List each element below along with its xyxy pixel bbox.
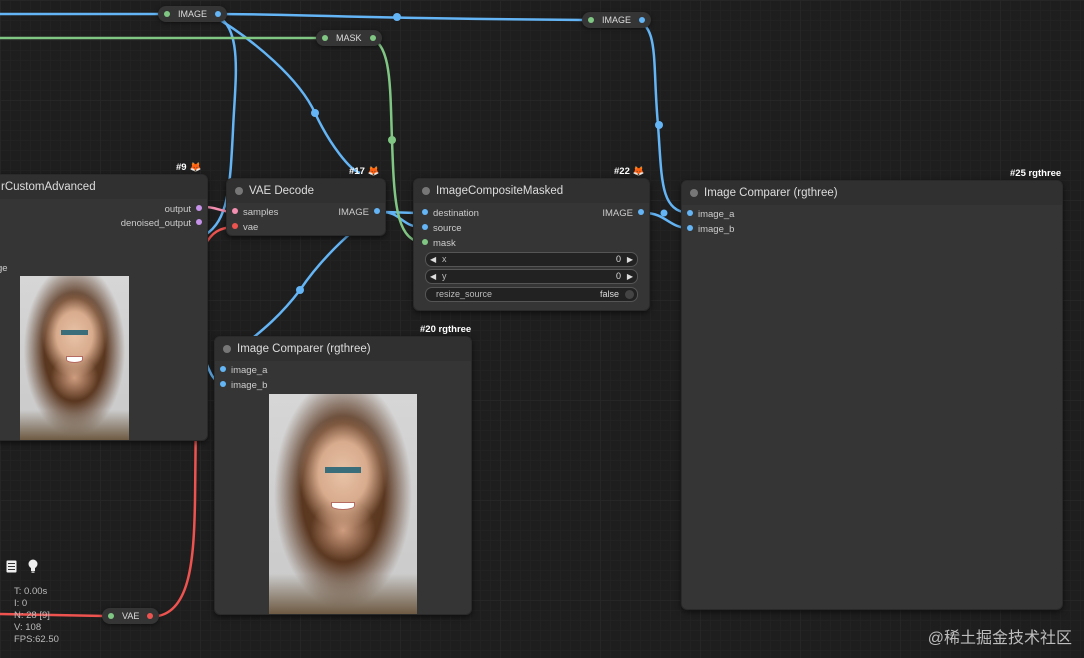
reroute-vae[interactable]: VAE: [102, 608, 160, 624]
fox-icon: 🦊: [632, 166, 645, 177]
resize-source-toggle[interactable]: resize_source false: [425, 287, 638, 302]
reroute-input-pin[interactable]: [108, 613, 114, 619]
y-number-widget[interactable]: ◀ y 0 ▶: [425, 269, 638, 284]
stat-v: V: 108: [14, 622, 42, 633]
x-number-widget[interactable]: ◀ x 0 ▶: [425, 252, 638, 267]
canvas-stats: T: 0.00s I: 0 N: 28 [9] V: 108 FPS:62.50: [14, 586, 59, 646]
fox-icon: 🦊: [367, 166, 380, 177]
node-title[interactable]: Image Comparer (rgthree): [215, 337, 471, 361]
stat-nodes: N: 28 [9]: [14, 610, 50, 621]
node-collapse-dot[interactable]: [690, 189, 698, 197]
fox-icon: 🦊: [189, 162, 202, 173]
node-title[interactable]: ImageCompositeMasked: [414, 179, 649, 203]
reroute-image-right[interactable]: IMAGE: [582, 12, 652, 28]
image-comparer-node-20[interactable]: Image Comparer (rgthree) image_a image_b: [214, 336, 472, 615]
node-collapse-dot[interactable]: [235, 187, 243, 195]
input-slot-image-a[interactable]: image_a: [682, 209, 734, 221]
output-slot[interactable]: output: [165, 204, 207, 216]
decrement-arrow-icon[interactable]: ◀: [430, 270, 436, 283]
input-slot-mask[interactable]: mask: [417, 238, 456, 250]
panel-icon[interactable]: [6, 560, 17, 576]
output-slot-image[interactable]: IMAGE: [338, 207, 385, 219]
watermark: @稀土掘金技术社区: [927, 630, 1072, 647]
comparer-image[interactable]: [269, 394, 417, 614]
sampler-custom-advanced-node[interactable]: rCustomAdvanced output denoised_output g…: [0, 174, 208, 441]
reroute-output-pin[interactable]: [369, 35, 376, 41]
input-slot-vae[interactable]: vae: [227, 222, 258, 234]
reroute-input-pin[interactable]: [322, 35, 328, 41]
output-slot-image[interactable]: IMAGE: [602, 208, 649, 220]
node-badge: #25 rgthree: [1010, 168, 1062, 179]
input-slot-source[interactable]: source: [417, 223, 462, 235]
reroute-output-pin[interactable]: [215, 11, 222, 17]
input-slot-image-a[interactable]: image_a: [215, 365, 267, 377]
reroute-label: IMAGE: [602, 15, 632, 25]
node-title[interactable]: VAE Decode: [227, 179, 385, 203]
node-badge: #17 🦊: [349, 166, 380, 177]
input-slot-samples[interactable]: samples: [227, 207, 278, 219]
node-collapse-dot[interactable]: [223, 345, 231, 353]
node-collapse-dot[interactable]: [422, 187, 430, 195]
node-title[interactable]: rCustomAdvanced: [0, 175, 207, 199]
node-badge: #20 rgthree: [420, 324, 472, 335]
decrement-arrow-icon[interactable]: ◀: [430, 253, 436, 266]
stat-fps: FPS:62.50: [14, 634, 59, 645]
reroute-output-pin[interactable]: [639, 17, 646, 23]
increment-arrow-icon[interactable]: ▶: [627, 270, 633, 283]
bulb-icon[interactable]: [27, 559, 39, 576]
reroute-image-top[interactable]: IMAGE: [158, 6, 228, 22]
reroute-label: MASK: [336, 33, 362, 43]
reroute-input-pin[interactable]: [588, 17, 594, 23]
input-slot-destination[interactable]: destination: [417, 208, 479, 220]
output-slot[interactable]: denoised_output: [121, 218, 207, 230]
reroute-output-pin[interactable]: [147, 613, 154, 619]
input-slot-image-b[interactable]: image_b: [682, 224, 734, 236]
input-slot-image-b[interactable]: image_b: [215, 380, 267, 392]
toggle-knob-icon[interactable]: [625, 290, 634, 299]
reroute-mask[interactable]: MASK: [316, 30, 382, 46]
node-badge: #9 🦊: [176, 162, 202, 173]
reroute-label: IMAGE: [178, 9, 208, 19]
image-comparer-node-25[interactable]: Image Comparer (rgthree) image_a image_b: [681, 180, 1063, 610]
node-badge: #22 🦊: [614, 166, 645, 177]
increment-arrow-icon[interactable]: ▶: [627, 253, 633, 266]
stat-i: I: 0: [14, 598, 28, 609]
widget-label-cut: ge: [0, 263, 8, 274]
reroute-label: VAE: [122, 611, 140, 621]
node-title[interactable]: Image Comparer (rgthree): [682, 181, 1062, 205]
image-composite-masked-node[interactable]: ImageCompositeMasked destination source …: [413, 178, 650, 311]
reroute-input-pin[interactable]: [164, 11, 170, 17]
vae-decode-node[interactable]: VAE Decode samples vae IMAGE: [226, 178, 386, 236]
stat-time: T: 0.00s: [14, 586, 48, 597]
preview-image: [20, 276, 129, 440]
